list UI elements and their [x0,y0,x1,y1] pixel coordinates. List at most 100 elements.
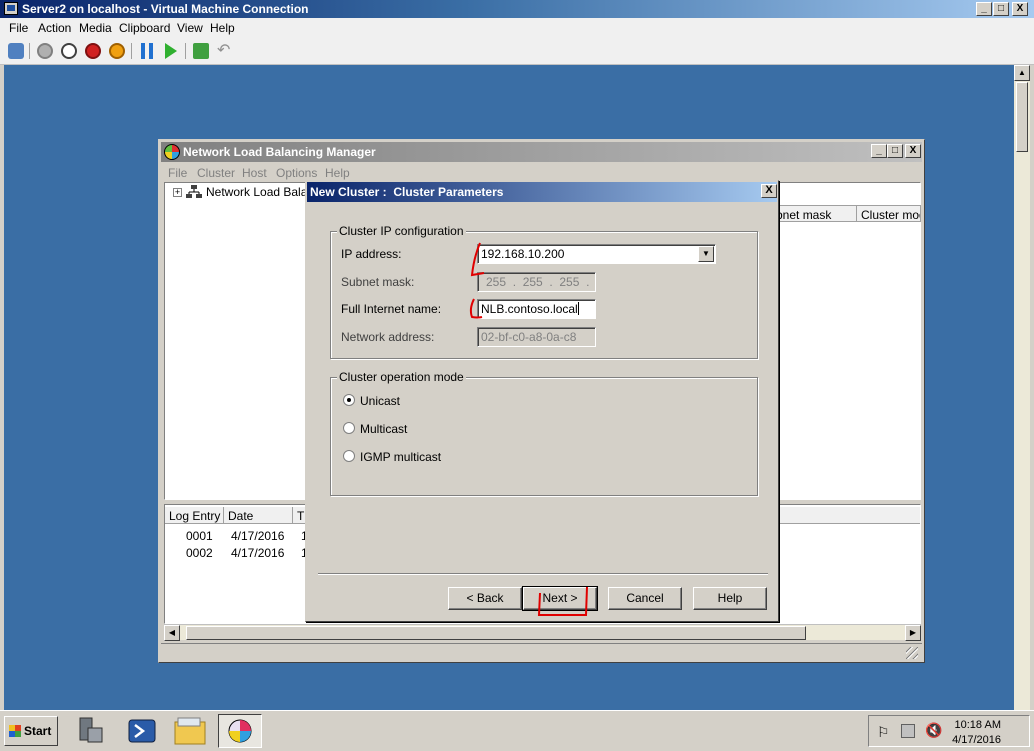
notification-area: ⚐ 🔇 10:18 AM 4/17/2016 [868,715,1030,747]
subnet-mask-field: 255 . 255 . 255 . 0 [477,272,596,292]
cluster-parameters-dialog: New Cluster : Cluster Parameters X Clust… [305,180,779,622]
vm-menu-file[interactable]: File [9,21,28,35]
column-header-cluster-mode[interactable]: Cluster mode [857,205,921,222]
nlb-maximize-button[interactable]: □ [887,144,903,158]
explorer-icon[interactable] [168,714,212,748]
shutdown-icon[interactable] [85,43,101,59]
radio-igmp-multicast-label[interactable]: IGMP multicast [360,450,441,464]
nlb-title-bar[interactable]: Network Load Balancing Manager _ □ X [161,142,922,162]
nlb-menu-cluster[interactable]: Cluster [197,166,235,180]
full-internet-name-input[interactable]: NLB.contoso.local [477,299,596,319]
vm-scroll-thumb[interactable] [1016,82,1028,152]
radio-multicast-label[interactable]: Multicast [360,422,407,436]
nlb-menu-bar: File Cluster Host Options Help [161,163,922,181]
start-label: Start [24,724,52,738]
revert-icon[interactable]: ↶ [217,42,230,60]
save-icon[interactable] [109,43,125,59]
radio-igmp-multicast[interactable] [343,450,355,462]
cancel-button[interactable]: Cancel [608,587,682,610]
nlb-menu-options[interactable]: Options [276,166,317,180]
nlb-menu-host[interactable]: Host [242,166,267,180]
dialog-title-bar[interactable]: New Cluster : Cluster Parameters [307,182,777,202]
nlb-minimize-button[interactable]: _ [871,144,887,158]
clock-date[interactable]: 4/17/2016 [952,734,1001,746]
log-entry-date[interactable]: 4/17/2016 [231,546,284,560]
chevron-down-icon[interactable]: ▼ [698,246,714,262]
log-scroll-thumb[interactable] [186,626,806,640]
network-address-value: 02-bf-c0-a8-0a-c8 [481,330,577,344]
vm-maximize-button[interactable]: □ [993,2,1009,16]
vm-menu-clipboard[interactable]: Clipboard [119,21,170,35]
reset-icon[interactable] [165,43,177,59]
vm-close-button[interactable]: X [1012,2,1028,16]
group-title: Cluster IP configuration [337,224,466,238]
start-icon[interactable] [37,43,53,59]
vm-menu-media[interactable]: Media [79,21,112,35]
toolbar-separator [131,43,132,59]
network-address-label: Network address: [341,330,435,344]
full-internet-name-value: NLB.contoso.local [481,302,578,316]
action-center-flag-icon[interactable]: ⚐ [877,724,890,741]
snapshot-icon[interactable] [193,43,209,59]
vm-menu-action[interactable]: Action [38,21,71,35]
tree-expand-icon[interactable]: + [173,188,182,197]
group-title: Cluster operation mode [337,370,466,384]
pause-icon[interactable] [141,43,153,59]
ip-address-combo[interactable]: 192.168.10.200 ▼ [477,244,716,264]
network-icon[interactable] [901,724,915,738]
network-address-field: 02-bf-c0-a8-0a-c8 [477,327,596,347]
radio-multicast[interactable] [343,422,355,434]
back-button[interactable]: < Back [448,587,522,610]
volume-muted-icon[interactable]: 🔇 [925,722,942,739]
vm-toolbar: ↶ [0,38,1034,65]
vm-vertical-scrollbar[interactable]: ▲ [1014,65,1030,710]
clock-time[interactable]: 10:18 AM [955,719,1001,731]
powershell-icon[interactable] [120,714,164,748]
radio-unicast-label[interactable]: Unicast [360,394,400,408]
toolbar-separator [185,43,186,59]
subnet-mask-label: Subnet mask: [341,275,415,289]
vm-minimize-button[interactable]: _ [976,2,992,16]
ip-address-label: IP address: [341,247,402,261]
nlb-menu-help[interactable]: Help [325,166,350,180]
log-entry-id[interactable]: 0001 [186,529,213,543]
next-button[interactable]: Next > [522,586,598,611]
cluster-network-icon [186,185,202,198]
vm-menu-bar: File Action Media Clipboard View Help [0,18,1034,38]
button-separator [318,573,768,575]
vm-connection-icon [4,2,18,15]
log-entry-id[interactable]: 0002 [186,546,213,560]
help-button[interactable]: Help [693,587,767,610]
log-horizontal-scrollbar[interactable]: ◀ ▶ [164,624,921,641]
nlb-manager-icon [164,144,180,160]
scroll-up-icon[interactable]: ▲ [1014,65,1030,81]
column-header-log-entry[interactable]: Log Entry [165,507,224,524]
start-button[interactable]: Start [4,716,58,746]
nlb-manager-icon[interactable] [218,714,262,748]
dialog-title: New Cluster : Cluster Parameters [310,185,504,199]
tree-item-nlb-clusters[interactable]: Network Load Balancing Clusters [206,185,305,199]
ip-address-value: 192.168.10.200 [481,247,565,261]
resize-grip-icon[interactable] [906,647,918,659]
subnet-mask-value: 255 . 255 . 255 . 0 [486,275,596,289]
scroll-right-icon[interactable]: ▶ [905,625,921,641]
dialog-close-button[interactable]: X [761,184,777,198]
vm-menu-view[interactable]: View [177,21,203,35]
server-manager-icon[interactable] [70,714,114,748]
windows-logo-icon [9,725,21,737]
radio-unicast[interactable] [343,394,355,406]
column-header-subnet-mask[interactable]: bnet mask [772,205,857,222]
toolbar-separator [29,43,30,59]
log-entry-date[interactable]: 4/17/2016 [231,529,284,543]
vm-title-bar[interactable]: Server2 on localhost - Virtual Machine C… [0,0,1034,18]
turn-off-icon[interactable] [61,43,77,59]
nlb-close-button[interactable]: X [905,144,921,158]
text-caret [577,302,579,315]
taskbar: Start ⚐ 🔇 10:18 AM 4/17/2016 [0,710,1034,750]
column-header-date[interactable]: Date [224,507,293,524]
nlb-window-title: Network Load Balancing Manager [183,145,376,159]
nlb-menu-file[interactable]: File [168,166,187,180]
ctrl-alt-del-icon[interactable] [8,43,24,59]
vm-menu-help[interactable]: Help [210,21,235,35]
scroll-left-icon[interactable]: ◀ [164,625,180,641]
